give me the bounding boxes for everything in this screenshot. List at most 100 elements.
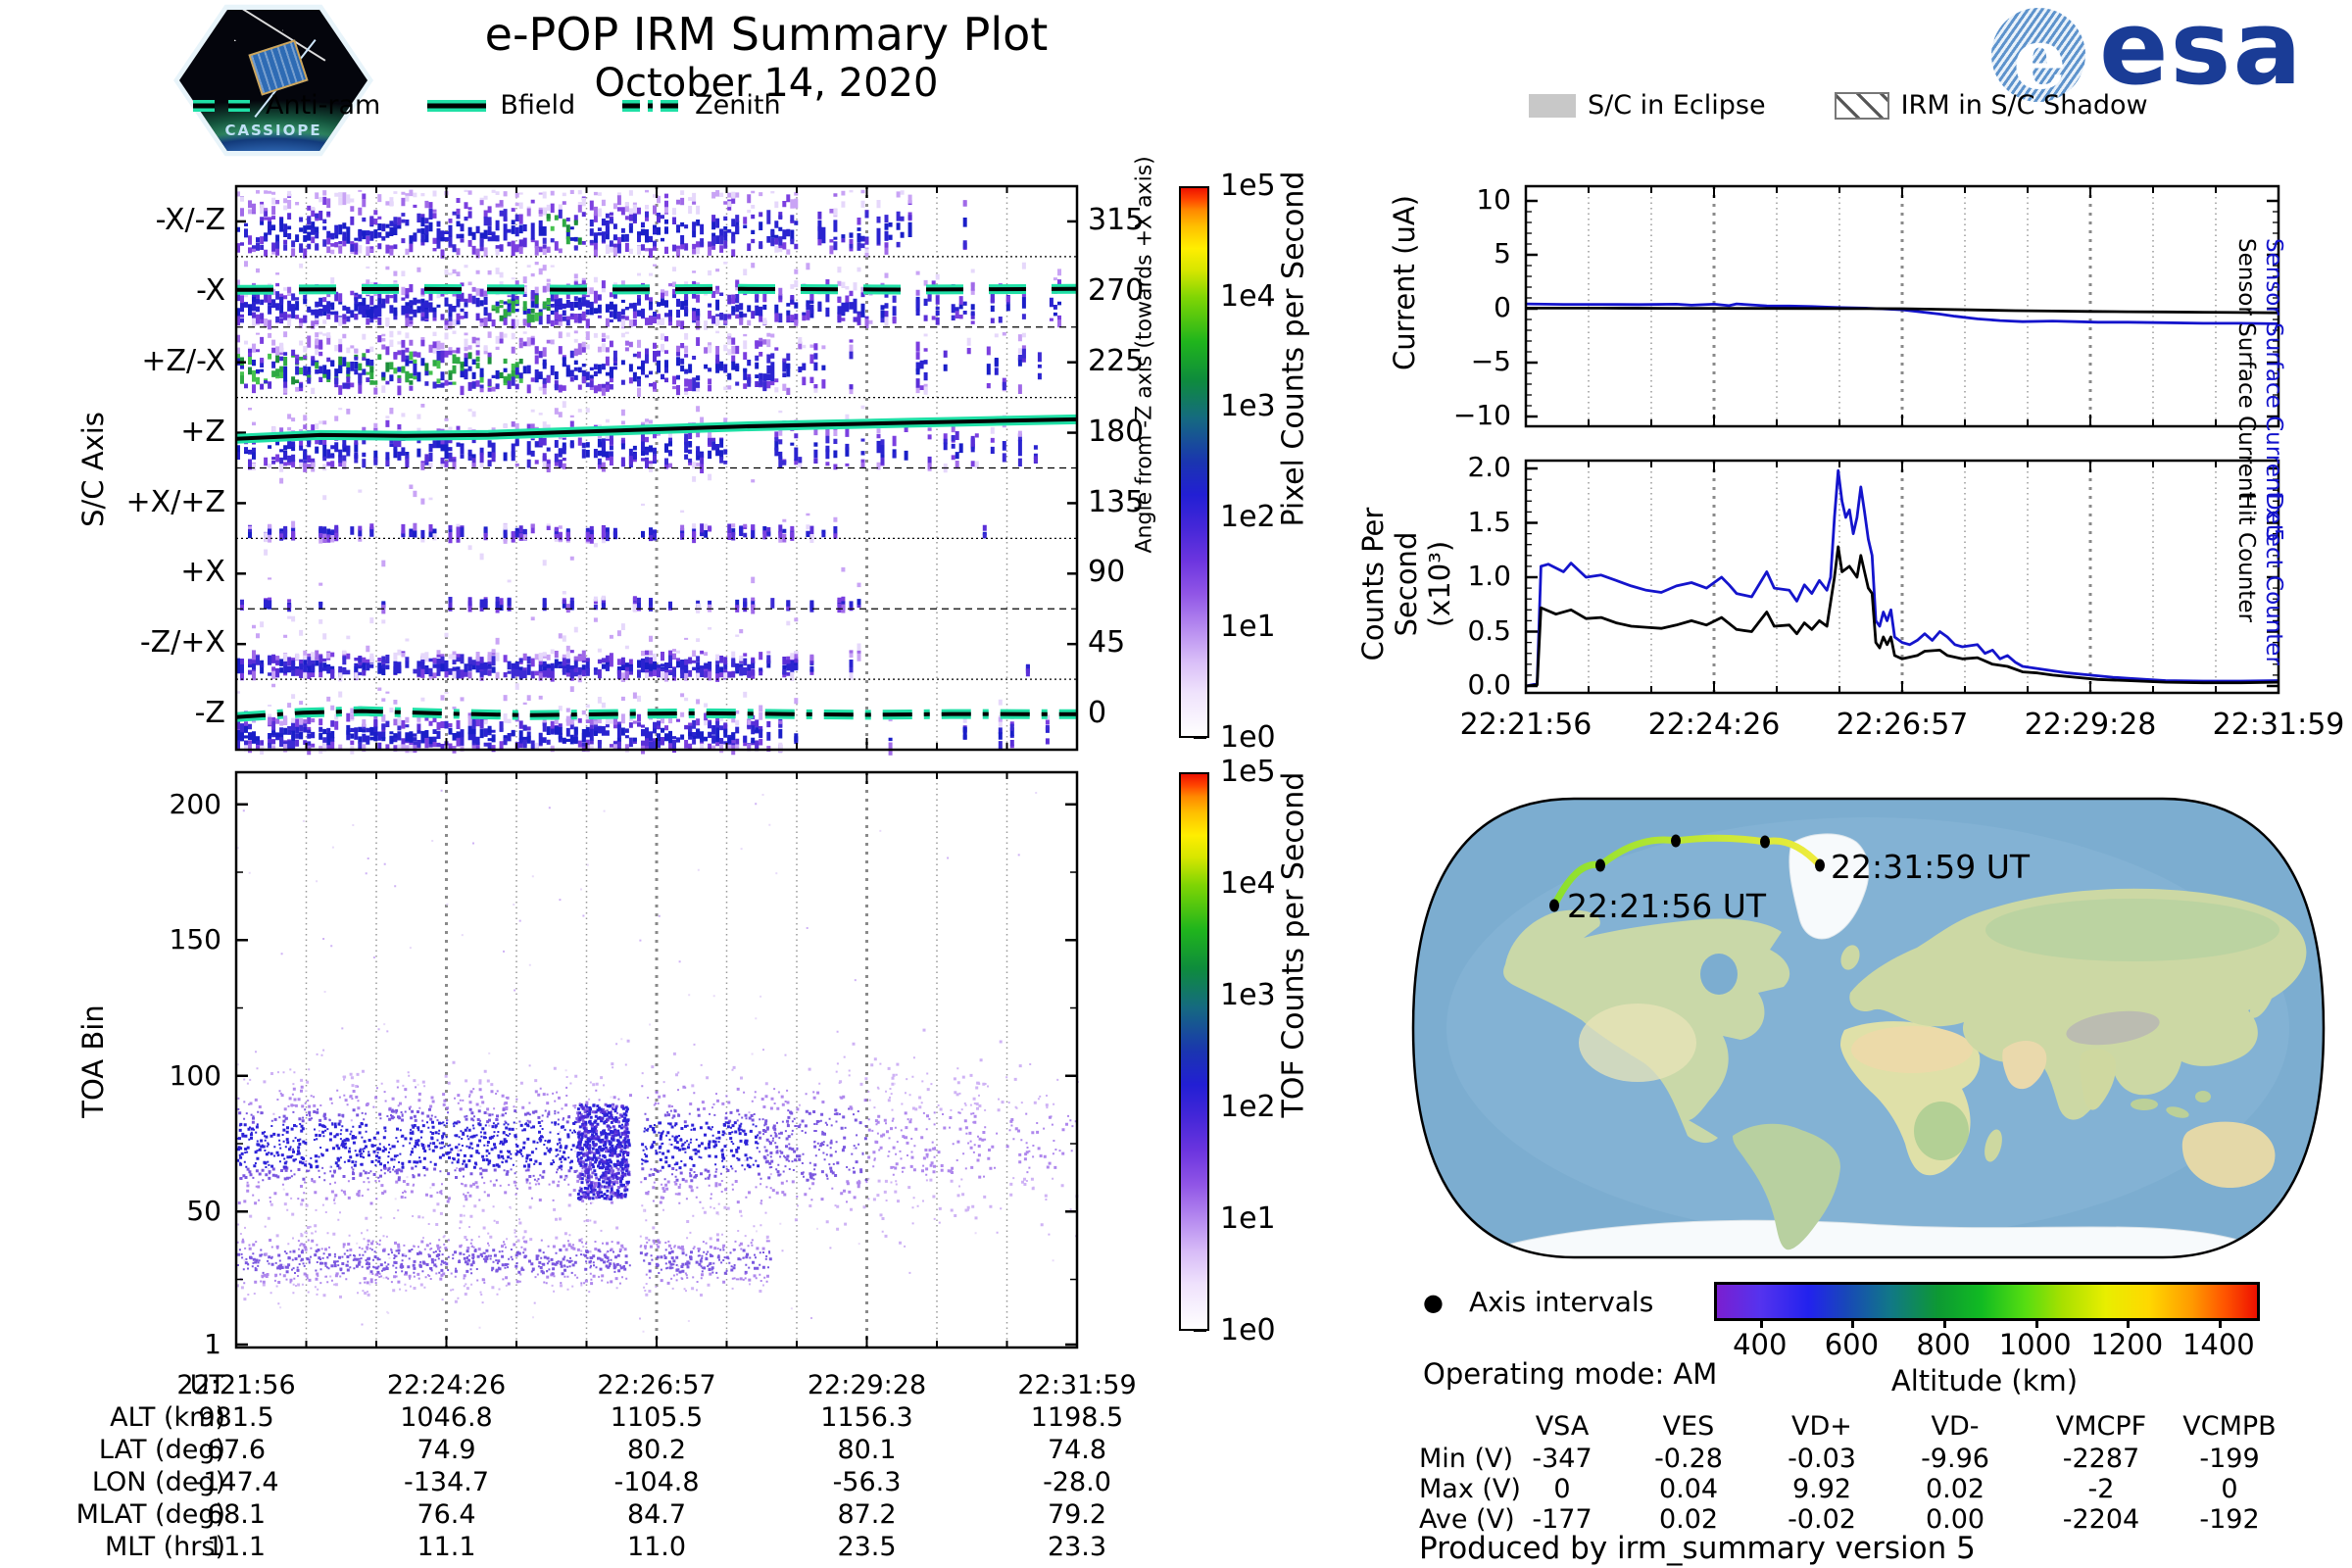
colorbar-tick: 1e4 — [1220, 278, 1276, 314]
ephemeris-cell: 80.2 — [626, 1435, 687, 1465]
ephemeris-cell: 23.3 — [1047, 1532, 1107, 1562]
ytick: 1.0 — [1467, 560, 1511, 592]
voltage-cell: -347 — [1532, 1444, 1592, 1474]
toa-scatter — [236, 792, 1054, 1333]
tof-counts-colorbar-label: TOF Counts per Second — [1276, 771, 1311, 1118]
voltage-cell: 0.04 — [1658, 1474, 1719, 1504]
altitude-tick: 400 — [1733, 1328, 1788, 1361]
altitude-tickmark — [1943, 1318, 1947, 1328]
spectrogram-band — [550, 225, 555, 231]
ephemeris-cell: 1046.8 — [400, 1402, 493, 1433]
sensor-current-x5-label: Sensor Surface Current x 5 — [2261, 238, 2286, 543]
altitude-tickmark — [1851, 1318, 1855, 1328]
track-dot — [1815, 858, 1825, 872]
ephemeris-cell: 67.6 — [206, 1435, 267, 1465]
voltage-cell: 9.92 — [1791, 1474, 1852, 1504]
altitude-tickmark — [2034, 1318, 2038, 1328]
ephemeris-cell: 76.4 — [416, 1499, 476, 1530]
ephemeris-cell: 79.2 — [1047, 1499, 1107, 1530]
cb2-colorbar — [1179, 772, 1209, 1331]
sc-axis-row-label: +X — [180, 555, 225, 590]
voltage-cell: 0 — [2221, 1474, 2238, 1504]
sc-axis-row-label: +Z — [180, 414, 225, 449]
colorbar-tick: 1e3 — [1220, 389, 1276, 424]
ytick: 2.0 — [1467, 451, 1511, 483]
voltage-cell: 0.02 — [1925, 1474, 1985, 1504]
altitude-colorbar — [1714, 1282, 2260, 1321]
angle-axis-label: Angle from -Z axis (towards +X axis) — [1132, 156, 1157, 554]
ephemeris-cell: 11.0 — [626, 1532, 687, 1562]
ephemeris-cell: -134.7 — [403, 1467, 490, 1497]
epop-irm-summary-plot: CASSIOPE e-POP IRM Summary Plot October … — [0, 0, 2352, 1568]
ephemeris-cell: -56.3 — [832, 1467, 902, 1497]
ephemeris-cell: 74.9 — [416, 1435, 476, 1465]
angle-tick: 45 — [1088, 625, 1126, 661]
toa-ytick: 50 — [186, 1195, 221, 1228]
operating-mode: Operating mode: AM — [1423, 1357, 1718, 1391]
ytick: 0.0 — [1467, 668, 1511, 701]
altitude-tickmark — [2218, 1318, 2222, 1328]
sc-axis-row-label: -X — [196, 272, 225, 308]
voltage-cell: -2 — [2087, 1474, 2115, 1504]
toa-ylabel: TOA Bin — [76, 1004, 110, 1118]
ephemeris-cell: 22:21:56 — [176, 1370, 296, 1400]
angle-tick: 315 — [1088, 203, 1145, 237]
right-time-tick: 22:31:59 — [2212, 708, 2345, 742]
sc-axis-row-label: -Z/+X — [139, 625, 225, 661]
ephemeris-cell: -28.0 — [1043, 1467, 1111, 1497]
voltage-col-header: VD+ — [1791, 1411, 1852, 1442]
colorbar-tick: 1e2 — [1220, 1090, 1276, 1124]
spectrogram-band — [240, 596, 814, 612]
ytick: 0 — [1494, 291, 1511, 323]
axis-intervals-legend: ● Axis intervals — [1423, 1286, 1654, 1318]
colorbar-tick: 1e5 — [1220, 169, 1276, 203]
colorbar-tick: 1e4 — [1220, 866, 1276, 901]
ephemeris-cell: 87.2 — [837, 1499, 897, 1530]
toa-ytick: 100 — [169, 1058, 221, 1092]
colorbar-tick: 1e1 — [1220, 1201, 1276, 1236]
track-dot — [1595, 858, 1605, 872]
sc-axis-row-label: -X/-Z — [155, 203, 225, 237]
altitude-tick: 1400 — [2181, 1328, 2255, 1361]
indonesia-1 — [2131, 1099, 2158, 1110]
right-time-tick: 22:24:26 — [1647, 708, 1781, 742]
congo — [1914, 1102, 1969, 1160]
angle-tick: 180 — [1088, 414, 1145, 449]
hudson-bay — [1700, 954, 1738, 995]
sc-axis-ylabel: S/C Axis — [76, 412, 110, 527]
voltage-cell: 0 — [1553, 1474, 1571, 1504]
ytick: 0.5 — [1467, 613, 1511, 647]
ephemeris-cell: 11.1 — [416, 1532, 476, 1562]
right-time-tick: 22:29:28 — [2024, 708, 2157, 742]
pixel-counts-colorbar-label: Pixel Counts per Second — [1276, 171, 1311, 527]
new-guinea — [2195, 1091, 2211, 1102]
sensor-current-label: Sensor Surface Current — [2233, 238, 2259, 501]
voltage-cell: -9.96 — [1921, 1444, 1989, 1474]
voltage-cell: -199 — [2199, 1444, 2260, 1474]
sc-axis-row-label: -Z — [194, 696, 225, 731]
ephemeris-cell: 11.1 — [206, 1532, 267, 1562]
right-time-tick: 22:26:57 — [1836, 708, 1969, 742]
voltage-col-header: VMCPF — [2055, 1411, 2147, 1442]
right-time-tick: 22:21:56 — [1459, 708, 1592, 742]
ephemeris-cell: -147.4 — [193, 1467, 279, 1497]
ephemeris-cell: 981.5 — [198, 1402, 274, 1433]
voltage-cell: -0.28 — [1654, 1444, 1723, 1474]
voltage-cell: -192 — [2199, 1504, 2260, 1535]
toa-ytick: 150 — [169, 923, 221, 956]
voltage-cell: -0.03 — [1788, 1444, 1856, 1474]
colorbar-tick: 1e3 — [1220, 978, 1276, 1012]
toa-scatter — [236, 1102, 760, 1201]
toa-ytick: 200 — [169, 787, 221, 820]
track-dot — [1760, 835, 1770, 849]
ytick: 1.5 — [1467, 505, 1511, 538]
colorbar-tick: 1e1 — [1220, 610, 1276, 645]
hit-counter-label: Hit Counter — [2233, 493, 2259, 622]
ephemeris-cell: 74.8 — [1047, 1435, 1107, 1465]
altitude-tick: 800 — [1916, 1328, 1971, 1361]
sc-axis-row-label: +Z/-X — [141, 343, 225, 378]
altitude-tickmark — [2127, 1318, 2131, 1328]
ephemeris-cell: 68.1 — [206, 1499, 267, 1530]
ytick: 5 — [1494, 237, 1511, 270]
detect-counter-label: Detect Counter — [2261, 493, 2286, 665]
